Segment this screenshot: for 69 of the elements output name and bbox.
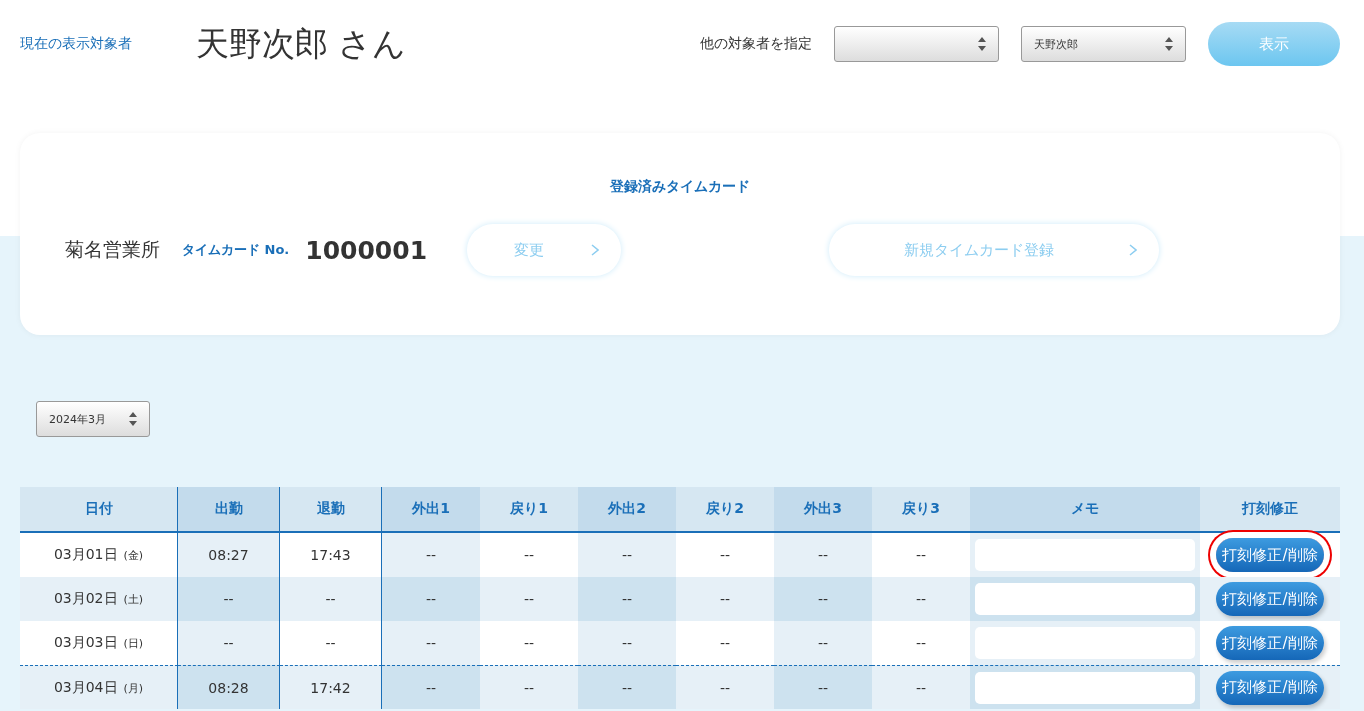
memo-field[interactable] [975, 539, 1195, 571]
column-header: 戻り3 [872, 487, 970, 533]
time-cell: -- [425, 635, 437, 651]
card-title: 登録済みタイムカード [609, 178, 751, 196]
edit-delete-button[interactable]: 打刻修正/削除 [1216, 626, 1324, 660]
time-cell: -- [425, 679, 437, 696]
time-cell: -- [325, 591, 336, 607]
date-cell: 03月04日 (月) [53, 678, 144, 697]
time-cell: -- [817, 547, 829, 563]
time-cell: -- [621, 679, 633, 696]
time-cell: -- [523, 591, 535, 607]
office-name: 菊名営業所 [65, 237, 160, 262]
time-cell: -- [817, 679, 829, 696]
column-header: 戻り2 [676, 487, 774, 533]
month-select[interactable]: 2024年3月 [36, 401, 150, 437]
timecard-no-label: タイムカード No. [182, 241, 290, 259]
time-cell: -- [915, 635, 927, 651]
time-cell: -- [621, 635, 633, 651]
column-header: 戻り1 [480, 487, 578, 533]
time-cell: -- [523, 547, 535, 563]
other-target-label: 他の対象者を指定 [700, 35, 812, 53]
time-cell: -- [523, 679, 535, 696]
time-cell: -- [325, 635, 336, 651]
up-down-arrows-icon [129, 412, 137, 426]
time-cell: -- [915, 547, 927, 563]
timecard-number: 1000001 [305, 235, 428, 265]
person-select[interactable]: 天野次郎 [1021, 26, 1186, 62]
column-header: 外出1 [382, 487, 480, 533]
time-cell: 08:27 [208, 547, 249, 563]
time-cell: -- [817, 591, 829, 607]
edit-delete-button[interactable]: 打刻修正/削除 [1216, 582, 1324, 616]
time-cell: -- [719, 679, 731, 696]
time-cell: 17:42 [310, 679, 351, 696]
column-header: 出勤 [178, 487, 280, 533]
date-cell: 03月02日 (土) [53, 590, 144, 608]
time-cell: -- [915, 679, 927, 696]
up-down-arrows-icon [1165, 37, 1173, 51]
column-header: 打刻修正 [1200, 487, 1340, 533]
date-cell: 03月01日 (金) [53, 546, 144, 564]
time-cell: -- [223, 591, 234, 607]
time-cell: -- [915, 591, 927, 607]
group-select[interactable] [834, 26, 999, 62]
current-target-label: 現在の表示対象者 [20, 35, 133, 53]
memo-field[interactable] [975, 671, 1195, 704]
column-header: 退勤 [280, 487, 382, 533]
up-down-arrows-icon [978, 37, 986, 51]
column-header: 外出3 [774, 487, 872, 533]
memo-field[interactable] [975, 583, 1195, 615]
time-cell: -- [719, 547, 731, 563]
person-name: 天野次郎 さん [196, 22, 408, 65]
time-cell: -- [621, 591, 633, 607]
date-cell: 03月03日 (日) [53, 634, 144, 652]
time-cell: -- [425, 547, 437, 563]
time-cell: 17:43 [310, 547, 351, 563]
time-cell: -- [719, 635, 731, 651]
time-cell: -- [223, 635, 234, 651]
time-cell: -- [621, 547, 633, 563]
chevron-right-icon [591, 244, 600, 256]
column-header: 日付 [20, 487, 178, 533]
column-header: メモ [970, 487, 1200, 533]
column-header: 外出2 [578, 487, 676, 533]
time-cell: 08:28 [208, 679, 249, 696]
chevron-right-icon [1129, 244, 1138, 256]
edit-delete-button[interactable]: 打刻修正/削除 [1216, 670, 1324, 705]
time-cell: -- [523, 635, 535, 651]
time-cell: -- [719, 591, 731, 607]
time-cell: -- [425, 591, 437, 607]
time-cell: -- [817, 635, 829, 651]
memo-field[interactable] [975, 627, 1195, 659]
